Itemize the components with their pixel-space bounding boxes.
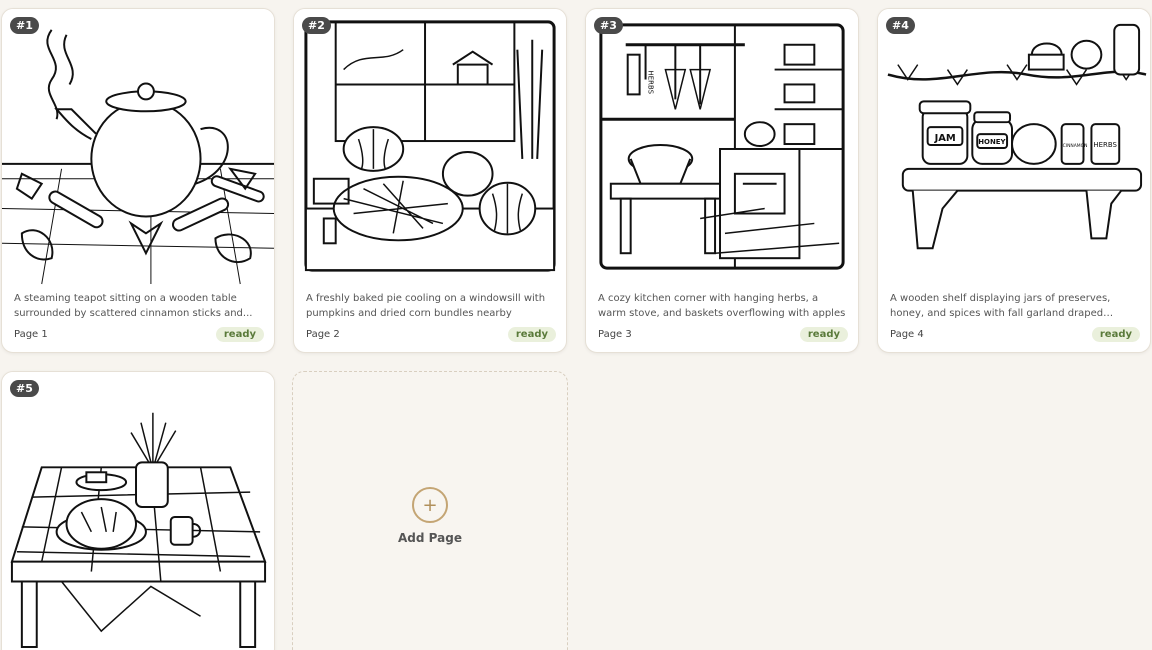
page-label: Page 2 [306, 329, 340, 340]
status-badge: ready [215, 327, 264, 342]
jar-herbs-label: HERBS [1093, 141, 1117, 149]
page-description: A wooden shelf displaying jars of preser… [890, 293, 1111, 319]
page-thumbnail-shelf[interactable]: JAM HONEY CINNAMON HERBS [878, 9, 1150, 285]
page-number-badge: #1 [10, 17, 39, 34]
page-card-3[interactable]: #3 HERBS A cozy kitchen corner with hang… [585, 8, 859, 353]
page-number-badge: #3 [594, 17, 623, 34]
add-page-label: Add Page [398, 531, 462, 545]
page-description: A cozy kitchen corner with hanging herbs… [598, 293, 846, 319]
status-badge: ready [799, 327, 848, 342]
status-badge: ready [1091, 327, 1140, 342]
page-description: A freshly baked pie cooling on a windows… [306, 293, 546, 319]
page-description: A steaming teapot sitting on a wooden ta… [14, 293, 253, 319]
page-label: Page 1 [14, 329, 48, 340]
jar-jam-label: JAM [934, 133, 956, 144]
page-number-badge: #4 [886, 17, 915, 34]
page-thumbnail-teapot[interactable] [2, 9, 274, 285]
page-thumbnail-kitchen[interactable]: HERBS [586, 9, 858, 285]
add-page-button[interactable]: + Add Page [292, 371, 568, 650]
jar-cinnamon-label: CINNAMON [1063, 143, 1088, 149]
page-card-1[interactable]: #1 A steaming teapot sitting on a wooden… [1, 8, 275, 353]
page-card-4[interactable]: #4 JAM HONEY CINNAMON HERBS A wooden she… [877, 8, 1151, 353]
page-card-2[interactable]: #2 A freshly baked pie cooling on a wind… [293, 8, 567, 353]
page-thumbnail-table-bread[interactable] [2, 372, 274, 648]
herbs-tag-label: HERBS [647, 71, 655, 95]
jar-honey-label: HONEY [978, 138, 1006, 146]
page-number-badge: #2 [302, 17, 331, 34]
page-card-5[interactable]: #5 [1, 371, 275, 650]
page-thumbnail-pie[interactable] [294, 9, 566, 285]
status-badge: ready [507, 327, 556, 342]
page-number-badge: #5 [10, 380, 39, 397]
page-label: Page 4 [890, 329, 924, 340]
plus-icon: + [412, 487, 448, 523]
page-label: Page 3 [598, 329, 632, 340]
